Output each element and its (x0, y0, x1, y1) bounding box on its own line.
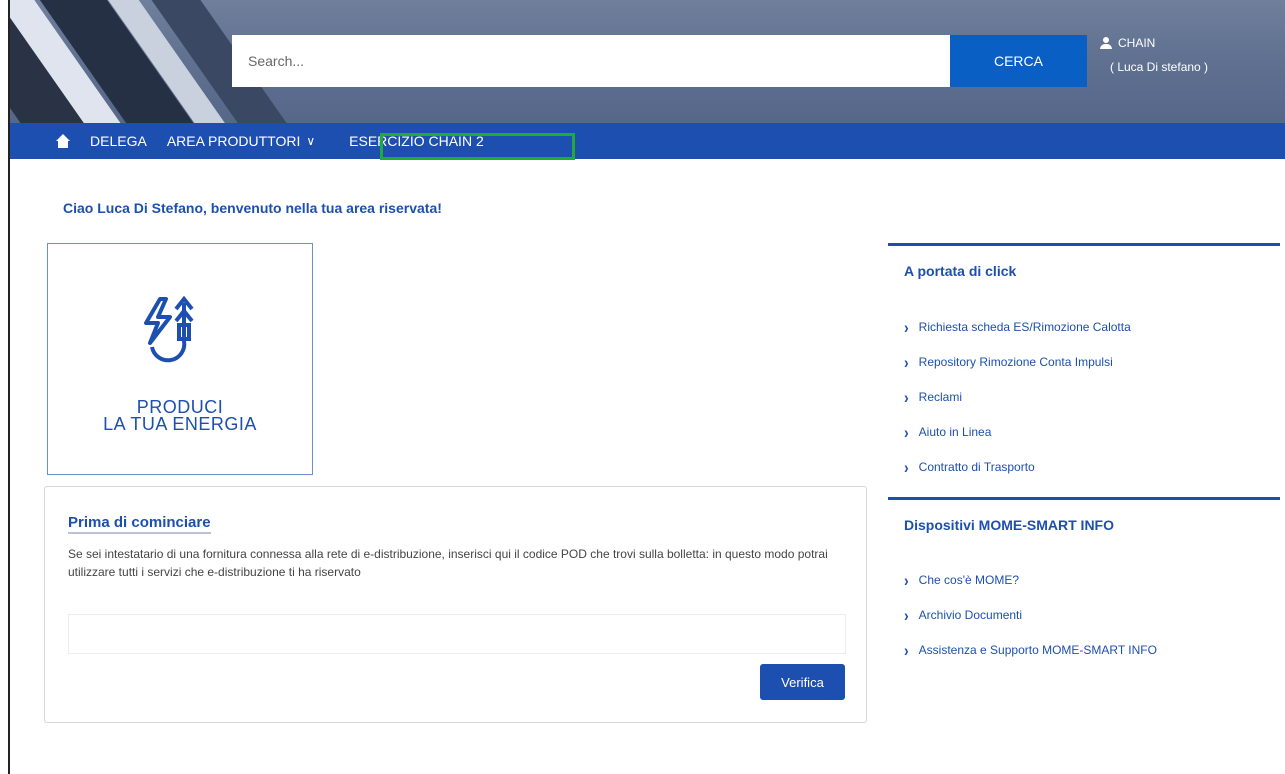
chevron-right-icon: › (904, 605, 909, 625)
link-label: Archivio Documenti (918, 608, 1023, 622)
quick-link-richiesta-scheda[interactable]: › Richiesta scheda ES/Rimozione Calotta (904, 317, 1131, 337)
chevron-down-icon: ∨ (306, 134, 316, 148)
quick-link-contratto[interactable]: › Contratto di Trasporto (904, 457, 1035, 477)
mome-link-cose[interactable]: › Che cos'è MOME? (904, 570, 1019, 590)
link-label: Assistenza e Supporto MOME-SMART INFO (918, 643, 1157, 657)
chevron-right-icon: › (904, 352, 909, 372)
nav-highlight-box (380, 133, 575, 160)
user-icon (1100, 37, 1112, 49)
link-label: Aiuto in Linea (918, 425, 992, 439)
chevron-right-icon: › (904, 387, 909, 407)
nav-item-label: AREA PRODUTTORI (166, 133, 301, 149)
pod-card: Prima di cominciare Se sei intestatario … (44, 486, 867, 723)
link-label: Che cos'è MOME? (918, 573, 1019, 587)
pod-input[interactable] (68, 614, 846, 654)
user-label: CHAIN (1118, 36, 1156, 50)
link-label: Contratto di Trasporto (918, 460, 1035, 474)
quick-link-aiuto[interactable]: › Aiuto in Linea (904, 422, 992, 442)
promo-line-2: LA TUA ENERGIA (103, 414, 257, 434)
mome-title: Dispositivi MOME-SMART INFO (904, 517, 1114, 533)
page-frame: CERCA CHAIN ( Luca Di stefano ) DELEGA A… (8, 0, 1285, 774)
chevron-right-icon: › (904, 570, 909, 590)
chevron-right-icon: › (904, 640, 909, 660)
verifica-button[interactable]: Verifica (760, 664, 845, 700)
chevron-right-icon: › (904, 317, 909, 337)
promo-label: PRODUCI LA TUA ENERGIA (48, 398, 312, 434)
pod-card-title: Prima di cominciare (68, 514, 211, 534)
nav-item-area-produttori[interactable]: AREA PRODUTTORI ∨ (167, 133, 315, 149)
user-name: ( Luca Di stefano ) (1110, 60, 1209, 74)
quick-link-reclami[interactable]: › Reclami (904, 387, 963, 407)
quick-links-panel: A portata di click › Richiesta scheda ES… (888, 243, 1280, 483)
produci-energia-tile[interactable]: PRODUCI LA TUA ENERGIA (47, 243, 313, 475)
main-nav: DELEGA AREA PRODUTTORI ∨ ESERCIZIO CHAIN… (10, 123, 1285, 159)
user-menu[interactable]: CHAIN ( Luca Di stefano ) (1100, 36, 1208, 74)
pod-card-description: Se sei intestatario di una fornitura con… (68, 547, 828, 579)
welcome-message: Ciao Luca Di Stefano, benvenuto nella tu… (63, 200, 442, 216)
link-label: Reclami (918, 390, 963, 404)
chevron-right-icon: › (904, 422, 909, 442)
chevron-right-icon: › (904, 457, 909, 477)
nav-item-label: DELEGA (90, 133, 147, 149)
mome-link-archivio[interactable]: › Archivio Documenti (904, 605, 1023, 625)
header-banner: CERCA CHAIN ( Luca Di stefano ) (10, 0, 1285, 123)
search-button[interactable]: CERCA (950, 35, 1087, 87)
mome-panel: Dispositivi MOME-SMART INFO › Che cos'è … (888, 497, 1280, 677)
quick-links-title: A portata di click (904, 263, 1017, 279)
search-input[interactable] (232, 35, 950, 87)
home-icon[interactable] (56, 134, 70, 148)
nav-item-delega[interactable]: DELEGA (90, 133, 147, 149)
quick-link-repository[interactable]: › Repository Rimozione Conta Impulsi (904, 352, 1113, 372)
mome-link-assistenza[interactable]: › Assistenza e Supporto MOME-SMART INFO (904, 640, 1157, 660)
energy-plug-icon (144, 295, 194, 363)
link-label: Richiesta scheda ES/Rimozione Calotta (918, 320, 1131, 334)
link-label: Repository Rimozione Conta Impulsi (918, 355, 1113, 369)
